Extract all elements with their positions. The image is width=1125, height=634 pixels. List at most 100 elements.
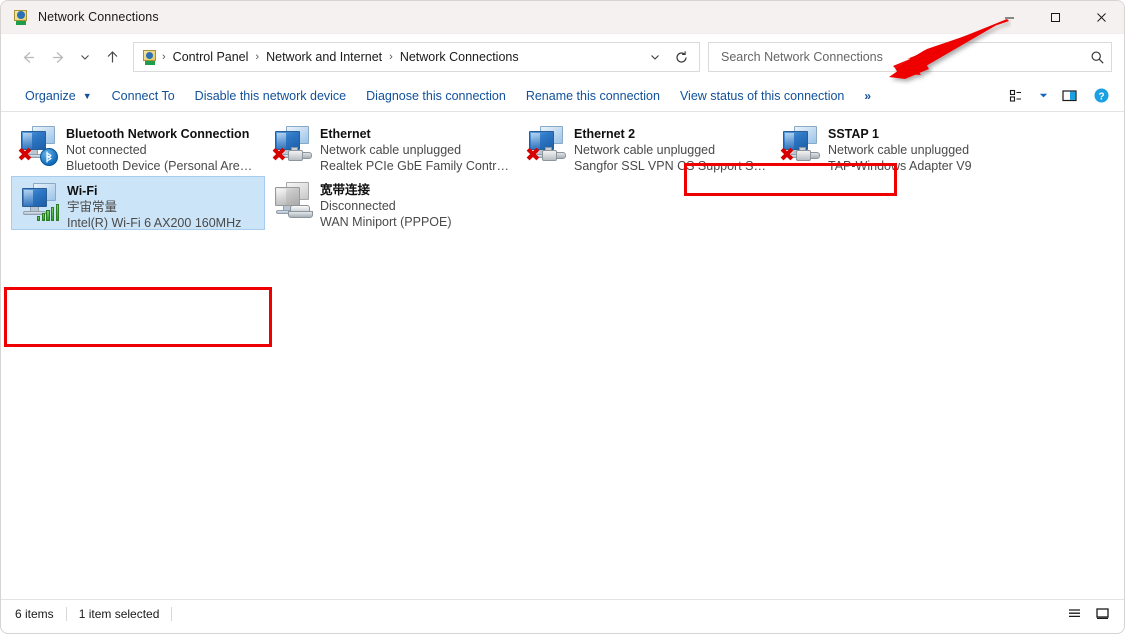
connection-status: Network cable unplugged [828, 143, 970, 157]
connection-name: Ethernet [320, 127, 371, 141]
modem-icon [288, 205, 313, 219]
breadcrumb-separator: › [162, 51, 166, 63]
window-title: Network Connections [38, 10, 159, 24]
item-count: 6 items [15, 606, 54, 621]
list-item[interactable]: ✖ SSTAP 1 Network cable unplugged TAP-Wi… [773, 120, 1027, 174]
connections-list: ✖ Bluetooth Network Connection Not conne… [1, 112, 1124, 599]
organize-label: Organize [25, 88, 76, 103]
tiles-container: ✖ Bluetooth Network Connection Not conne… [1, 120, 1124, 232]
details-view-icon[interactable] [1062, 603, 1086, 625]
list-item-text: Ethernet 2 Network cable unplugged Sangf… [574, 124, 767, 174]
window-controls [986, 1, 1124, 34]
rj45-plug-icon [288, 147, 312, 164]
highlight-box-wifi-tile [4, 287, 272, 347]
connection-status: Not connected [66, 143, 147, 157]
list-item-text: Wi-Fi 宇宙常量 Intel(R) Wi-Fi 6 AX200 160MHz [67, 181, 241, 231]
breadcrumb-item-control-panel[interactable]: Control Panel [167, 47, 255, 67]
connection-device: WAN Miniport (PPPOE) [320, 215, 452, 229]
connection-device: Bluetooth Device (Personal Area ... [66, 159, 259, 173]
large-icons-view-icon[interactable] [1090, 603, 1114, 625]
network-adapter-icon [17, 181, 63, 225]
search-input[interactable] [719, 49, 1090, 65]
network-connections-icon [13, 9, 29, 25]
list-item-text: Ethernet Network cable unplugged Realtek… [320, 124, 513, 174]
refresh-icon[interactable] [667, 44, 695, 70]
disabled-x-icon: ✖ [525, 144, 541, 166]
minimize-button[interactable] [986, 1, 1032, 34]
disabled-x-icon: ✖ [779, 144, 795, 166]
help-icon[interactable]: ? [1086, 83, 1116, 109]
status-divider [171, 606, 173, 621]
view-mode-buttons [1062, 603, 1114, 625]
recent-locations-chevron-down-icon[interactable] [73, 42, 97, 72]
search-box[interactable] [708, 42, 1112, 72]
status-divider [65, 606, 67, 621]
organize-button[interactable]: Organize ▼ [15, 80, 102, 111]
network-connections-window: Network Connections › Control Panel › Ne… [0, 0, 1125, 634]
address-bar[interactable]: › Control Panel › Network and Internet ›… [133, 42, 700, 72]
view-options-chevron-down-icon[interactable] [1034, 83, 1052, 109]
title-bar: Network Connections [1, 1, 1124, 34]
command-bar: Organize ▼ Connect To Disable this netwo… [1, 80, 1124, 196]
connection-device: TAP-Windows Adapter V9 [828, 159, 972, 173]
list-item[interactable]: ✖ Ethernet Network cable unplugged Realt… [265, 120, 519, 174]
control-panel-icon [142, 49, 158, 65]
toolbar-overflow-button[interactable]: » [854, 80, 880, 111]
up-button[interactable] [97, 42, 127, 72]
list-item[interactable]: 宽带连接 Disconnected WAN Miniport (PPPOE) [265, 176, 519, 230]
rj45-plug-icon [796, 147, 820, 164]
back-button[interactable] [13, 42, 43, 72]
disable-this-network-device-button[interactable]: Disable this network device [185, 80, 356, 111]
double-chevron-right-icon: » [864, 88, 871, 103]
connection-name: Bluetooth Network Connection [66, 127, 250, 141]
list-item[interactable]: ✖ Ethernet 2 Network cable unplugged San… [519, 120, 773, 174]
connection-status: Disconnected [320, 199, 396, 213]
connect-to-label: Connect To [111, 88, 175, 103]
navigation-bar: › Control Panel › Network and Internet ›… [1, 34, 1124, 80]
list-item-text: Bluetooth Network Connection Not connect… [66, 124, 259, 174]
diagnose-this-connection-button[interactable]: Diagnose this connection [356, 80, 516, 111]
bluetooth-icon [40, 148, 58, 166]
address-dropdown-chevron-down-icon[interactable] [643, 44, 667, 70]
network-adapter-icon: ✖ [270, 124, 316, 168]
breadcrumb-item-network-connections[interactable]: Network Connections [394, 47, 525, 67]
wifi-connection-tile[interactable]: Wi-Fi 宇宙常量 Intel(R) Wi-Fi 6 AX200 160MHz [11, 176, 265, 230]
disabled-x-icon: ✖ [17, 144, 33, 166]
breadcrumb-item-network-and-internet[interactable]: Network and Internet [260, 47, 388, 67]
connection-device: Intel(R) Wi-Fi 6 AX200 160MHz [67, 216, 242, 230]
rj45-plug-icon [542, 147, 566, 164]
view-status-label: View status of this connection [679, 88, 845, 103]
connection-device: Realtek PCIe GbE Family Controller [320, 159, 513, 173]
svg-text:?: ? [1098, 91, 1104, 102]
network-adapter-icon: ✖ [778, 124, 824, 168]
breadcrumb-separator: › [389, 51, 393, 63]
chevron-down-icon: ▼ [82, 90, 92, 101]
connection-status: 宇宙常量 [67, 200, 118, 214]
list-item-text: 宽带连接 Disconnected WAN Miniport (PPPOE) [320, 180, 452, 230]
disable-device-label: Disable this network device [194, 88, 347, 103]
connection-status: Network cable unplugged [320, 143, 462, 157]
view-status-of-this-connection-button[interactable]: View status of this connection [670, 80, 854, 111]
maximize-button[interactable] [1032, 1, 1078, 34]
status-bar: 6 items 1 item selected [1, 599, 1124, 627]
list-item-text: SSTAP 1 Network cable unplugged TAP-Wind… [828, 124, 972, 174]
close-button[interactable] [1078, 1, 1124, 34]
preview-pane-icon[interactable] [1054, 83, 1084, 109]
disabled-x-icon: ✖ [271, 144, 287, 166]
diagnose-label: Diagnose this connection [366, 88, 506, 103]
search-icon[interactable] [1090, 50, 1105, 65]
list-item[interactable]: ✖ Bluetooth Network Connection Not conne… [11, 120, 265, 174]
rename-label: Rename this connection [525, 88, 660, 103]
forward-button[interactable] [43, 42, 73, 72]
network-adapter-icon: ✖ [16, 124, 62, 168]
rename-this-connection-button[interactable]: Rename this connection [516, 80, 670, 111]
view-options-icon[interactable] [1002, 83, 1032, 109]
selection-count: 1 item selected [78, 606, 160, 621]
wifi-signal-icon [37, 203, 60, 221]
connection-status: Network cable unplugged [574, 143, 716, 157]
connection-name: SSTAP 1 [828, 127, 879, 141]
command-bar-right-group: ? [1002, 80, 1116, 111]
connect-to-button[interactable]: Connect To [102, 80, 185, 111]
connection-name: Ethernet 2 [574, 127, 636, 141]
connection-name: Wi-Fi [67, 184, 98, 198]
